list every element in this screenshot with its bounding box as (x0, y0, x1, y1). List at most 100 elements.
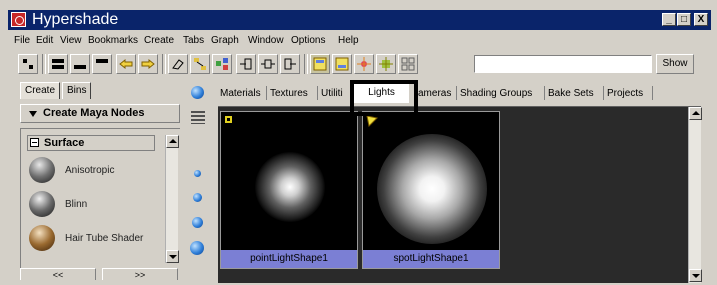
tab-bins[interactable]: Bins (62, 82, 92, 99)
anisotropic-ball-icon (29, 157, 55, 183)
eraser-icon (172, 59, 184, 70)
menu-help[interactable]: Help (338, 35, 359, 46)
menu-graph[interactable]: Graph (211, 35, 239, 46)
close-button[interactable]: X (694, 13, 708, 26)
toolbar: Show (8, 52, 711, 78)
top-layout-icon (96, 59, 108, 63)
swatch-point-light[interactable]: pointLightShape1 (220, 111, 358, 269)
tabs-bottom-icon (335, 57, 349, 71)
swatch-render-button[interactable] (376, 54, 396, 74)
layout-top-button[interactable] (92, 54, 112, 74)
clear-graph-button[interactable] (168, 54, 188, 74)
scroll-up-button[interactable] (689, 107, 702, 120)
toolbar-separator (42, 54, 46, 74)
forward-button[interactable] (138, 54, 158, 74)
scroll-down-button[interactable] (689, 269, 702, 282)
point-light-icon (225, 116, 232, 123)
menu-bookmarks[interactable]: Bookmarks (88, 35, 138, 46)
create-maya-nodes-dropdown[interactable]: Create Maya Nodes (20, 104, 180, 123)
tab-lights[interactable]: Lights (354, 83, 409, 103)
list-item-hair-tube-shader[interactable]: Hair Tube Shader (29, 225, 157, 255)
surface-section-header[interactable]: Surface (27, 135, 155, 151)
graph-network-button[interactable] (212, 54, 232, 74)
sphere-large-icon[interactable] (192, 217, 203, 228)
prev-page-button[interactable]: << (20, 268, 96, 280)
render-view-button[interactable] (354, 54, 374, 74)
layout-both-button[interactable] (48, 54, 68, 74)
network-icon (216, 58, 228, 70)
tab-materials[interactable]: Materials (220, 88, 261, 99)
tab-projects[interactable]: Projects (607, 88, 643, 99)
tab-separator (266, 86, 267, 100)
menu-bar: File Edit View Bookmarks Create Tabs Gra… (8, 33, 711, 50)
menu-options[interactable]: Options (291, 35, 325, 46)
list-item-label: Blinn (65, 199, 88, 210)
show-button[interactable]: Show (656, 54, 694, 74)
create-panel: Create Bins Create Maya Nodes Surface An… (18, 80, 184, 282)
create-maya-nodes-label: Create Maya Nodes (43, 107, 145, 119)
arrow-right-icon (141, 58, 155, 70)
tab-utilities[interactable]: Utiliti (321, 88, 343, 99)
arrow-down-icon (692, 274, 700, 278)
swatch-label: pointLightShape1 (221, 250, 357, 268)
tab-bar: Materials Textures Utiliti Lights ameras… (214, 80, 704, 104)
hypershade-app-icon (11, 12, 26, 27)
output-connections-icon (284, 58, 296, 70)
grid-layout-button[interactable] (398, 54, 418, 74)
menu-edit[interactable]: Edit (36, 35, 53, 46)
swatch-spot-light[interactable]: spotLightShape1 (362, 111, 500, 269)
menu-view[interactable]: View (60, 35, 82, 46)
toggle-panel-button[interactable] (18, 54, 38, 74)
tab-separator (603, 86, 604, 100)
minimize-button[interactable]: _ (662, 13, 676, 26)
input-connections-button[interactable] (236, 54, 256, 74)
sphere-medium-icon[interactable] (193, 193, 202, 202)
node-list-scrollbar[interactable] (165, 135, 179, 263)
hair-tube-ball-icon (29, 225, 55, 251)
output-connections-button[interactable] (280, 54, 300, 74)
in-out-connections-button[interactable] (258, 54, 278, 74)
tab-textures[interactable]: Textures (270, 88, 308, 99)
scroll-up-button[interactable] (166, 135, 179, 148)
menu-window[interactable]: Window (248, 35, 284, 46)
spot-light-preview (377, 134, 487, 244)
filter-input[interactable] (474, 55, 652, 73)
scroll-down-button[interactable] (166, 250, 179, 263)
menu-file[interactable]: File (14, 35, 30, 46)
graph-materials-button[interactable] (190, 54, 210, 74)
menu-create[interactable]: Create (144, 35, 174, 46)
list-view-icon[interactable] (191, 110, 205, 124)
top-tabs-button[interactable] (310, 54, 330, 74)
tab-bake-sets[interactable]: Bake Sets (548, 88, 594, 99)
tab-shading-groups[interactable]: Shading Groups (460, 88, 532, 99)
arrow-left-icon (119, 58, 133, 70)
maximize-button[interactable]: □ (677, 13, 691, 26)
tab-create[interactable]: Create (20, 82, 61, 99)
next-page-button[interactable]: >> (102, 268, 178, 280)
icon-strip (186, 80, 210, 280)
collapse-icon[interactable] (30, 138, 39, 147)
window-title: Hypershade (32, 11, 119, 28)
list-item-anisotropic[interactable]: Anisotropic (29, 157, 157, 187)
sphere-xlarge-icon[interactable] (190, 241, 204, 255)
tab-separator (456, 86, 457, 100)
workspace-scrollbar[interactable] (688, 107, 702, 283)
spot-light-icon (366, 115, 378, 127)
arrow-up-icon (169, 139, 177, 143)
bottom-tabs-button[interactable] (332, 54, 352, 74)
arrow-down-icon (169, 255, 177, 259)
back-button[interactable] (116, 54, 136, 74)
tab-cameras[interactable]: ameras (418, 88, 451, 99)
title-bar: Hypershade _ □ X (8, 10, 711, 30)
layout-bottom-button[interactable] (70, 54, 90, 74)
lights-workspace[interactable]: pointLightShape1 spotLightShape1 (218, 106, 702, 283)
swatch-label: spotLightShape1 (363, 250, 499, 268)
sphere-small-icon[interactable] (194, 170, 201, 177)
node-graph-icon (194, 58, 206, 70)
menu-tabs[interactable]: Tabs (183, 35, 204, 46)
in-out-connections-icon (261, 59, 275, 69)
blinn-ball-icon (29, 191, 55, 217)
arrow-up-icon (692, 111, 700, 115)
list-item-blinn[interactable]: Blinn (29, 191, 157, 221)
sphere-icon[interactable] (191, 86, 204, 99)
